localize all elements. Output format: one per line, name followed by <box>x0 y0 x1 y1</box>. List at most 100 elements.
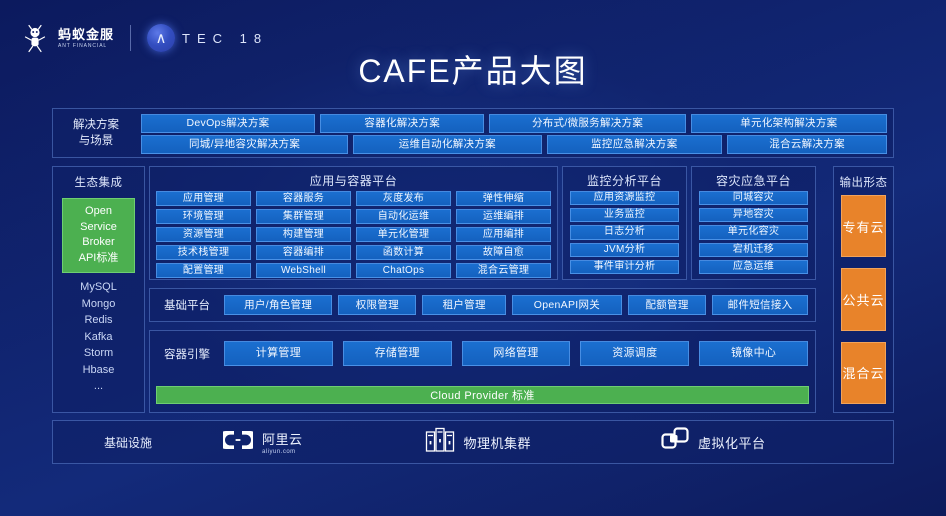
dr-item-local[interactable]: 同城容灾 <box>699 191 808 206</box>
output-forms-title: 输出形态 <box>839 177 888 189</box>
infra-item-virtualization: 虚拟化平台 <box>661 426 766 459</box>
monitor-item-jvm-analysis[interactable]: JVM分析 <box>570 242 679 257</box>
app-item-self-healing[interactable]: 故障自愈 <box>456 245 551 260</box>
monitor-platform-title: 监控分析平台 <box>586 174 662 188</box>
engine-item-resource-scheduling[interactable]: 资源调度 <box>580 341 690 366</box>
base-item-openapi-gateway[interactable]: OpenAPI网关 <box>511 295 622 315</box>
base-item-quota-mgmt[interactable]: 配额管理 <box>627 295 707 315</box>
disaster-recovery-grid: 同城容灾 异地容灾 单元化容灾 宕机迁移 应急运维 <box>699 191 808 274</box>
eco-item-hbase: Hbase <box>82 363 115 376</box>
dr-item-crash-migration[interactable]: 宕机迁移 <box>699 242 808 257</box>
app-item-ops-orchestration[interactable]: 运维编排 <box>456 209 551 224</box>
infra-item-aliyun: 阿里云 aliyun.com <box>217 429 303 456</box>
monitor-platform-panel: 监控分析平台 应用资源监控 业务监控 日志分析 JVM分析 事件审计分析 <box>562 166 687 280</box>
base-platform-label: 基础平台 <box>164 300 210 312</box>
app-item-webshell[interactable]: WebShell <box>256 263 351 278</box>
app-item-automated-ops[interactable]: 自动化运维 <box>356 209 451 224</box>
app-item-gray-release[interactable]: 灰度发布 <box>356 191 451 206</box>
app-item-elastic-scaling[interactable]: 弹性伸缩 <box>456 191 551 206</box>
output-forms-list: 专有云 公共云 混合云 <box>841 195 886 404</box>
engine-item-image-registry[interactable]: 镜像中心 <box>699 341 808 366</box>
server-rack-icon <box>425 427 455 458</box>
base-item-permission-mgmt[interactable]: 权限管理 <box>338 295 417 315</box>
osb-service: Service <box>80 220 117 233</box>
aliyun-sublabel: aliyun.com <box>262 449 296 455</box>
ecosystem-title: 生态集成 <box>74 177 123 189</box>
vmware-icon <box>661 426 689 459</box>
app-item-function-compute[interactable]: 函数计算 <box>356 245 451 260</box>
aliyun-icon <box>217 429 259 456</box>
base-platform-panel: 基础平台 用户/角色管理 权限管理 租户管理 OpenAPI网关 配额管理 邮件… <box>149 288 816 322</box>
engine-item-compute-mgmt[interactable]: 计算管理 <box>224 341 333 366</box>
solutions-label-line1: 解决方案 <box>73 119 119 131</box>
app-item-resource-mgmt[interactable]: 资源管理 <box>156 227 251 242</box>
app-item-hybrid-cloud-mgmt[interactable]: 混合云管理 <box>456 263 551 278</box>
page-title: CAFE产品大图 <box>358 53 588 89</box>
solutions-panel: 解决方案 与场景 DevOps解决方案 容器化解决方案 分布式/微服务解决方案 … <box>52 108 894 158</box>
dr-item-unitized[interactable]: 单元化容灾 <box>699 225 808 240</box>
base-item-mail-sms[interactable]: 邮件短信接入 <box>712 295 808 315</box>
app-item-app-orchestration[interactable]: 应用编排 <box>456 227 551 242</box>
osb-broker: Broker <box>82 236 115 248</box>
infrastructure-panel: 基础设施 阿里云 aliyun.com 物理机集群 虚拟化平台 <box>52 420 894 464</box>
solution-containerization[interactable]: 容器化解决方案 <box>319 114 485 133</box>
monitor-item-log-analysis[interactable]: 日志分析 <box>570 225 679 240</box>
output-private-cloud[interactable]: 专有云 <box>841 195 886 258</box>
aliyun-label: 阿里云 aliyun.com <box>262 432 303 455</box>
base-item-tenant-mgmt[interactable]: 租户管理 <box>422 295 506 315</box>
output-public-cloud[interactable]: 公共云 <box>841 268 886 331</box>
app-item-cluster-mgmt[interactable]: 集群管理 <box>256 209 351 224</box>
eco-item-mysql: MySQL <box>80 281 117 293</box>
cloud-provider-bar: Cloud Provider 标准 <box>156 386 809 404</box>
solution-ops-automation[interactable]: 运维自动化解决方案 <box>353 135 542 154</box>
monitor-item-business[interactable]: 业务监控 <box>570 208 679 223</box>
disaster-recovery-panel: 容灾应急平台 同城容灾 异地容灾 单元化容灾 宕机迁移 应急运维 <box>691 166 816 280</box>
app-item-env-mgmt[interactable]: 环境管理 <box>156 209 251 224</box>
ecosystem-osb-block: Open Service Broker API标准 <box>62 198 135 273</box>
solutions-label: 解决方案 与场景 <box>61 117 131 149</box>
infra-item-physical-cluster: 物理机集群 <box>425 427 532 458</box>
solution-dr-local-remote[interactable]: 同城/异地容灾解决方案 <box>141 135 349 154</box>
atec-wordmark: TEC 18 <box>182 30 269 46</box>
output-forms-panel: 输出形态 专有云 公共云 混合云 <box>833 166 894 413</box>
app-item-chatops[interactable]: ChatOps <box>356 263 451 278</box>
engine-item-storage-mgmt[interactable]: 存储管理 <box>342 341 452 366</box>
eco-item-more: ... <box>93 380 104 392</box>
dr-item-emergency-ops[interactable]: 应急运维 <box>699 259 808 274</box>
infrastructure-items: 阿里云 aliyun.com 物理机集群 虚拟化平台 <box>217 421 863 463</box>
app-item-unitized-mgmt[interactable]: 单元化管理 <box>356 227 451 242</box>
app-item-container-orchestration[interactable]: 容器编排 <box>256 245 351 260</box>
solution-microservices[interactable]: 分布式/微服务解决方案 <box>489 114 686 133</box>
solution-monitoring-emergency[interactable]: 监控应急解决方案 <box>546 135 723 154</box>
app-item-config-mgmt[interactable]: 配置管理 <box>156 263 251 278</box>
engine-item-network-mgmt[interactable]: 网络管理 <box>461 341 571 366</box>
app-item-build-mgmt[interactable]: 构建管理 <box>256 227 351 242</box>
monitor-grid: 应用资源监控 业务监控 日志分析 JVM分析 事件审计分析 <box>570 191 679 274</box>
app-item-container-service[interactable]: 容器服务 <box>256 191 351 206</box>
dr-item-remote[interactable]: 异地容灾 <box>699 208 808 223</box>
solution-hybrid-cloud[interactable]: 混合云解决方案 <box>727 135 887 154</box>
atec-a-glyph: ∧ <box>155 29 167 47</box>
virtualization-label: 虚拟化平台 <box>698 435 766 451</box>
disaster-recovery-title: 容灾应急平台 <box>715 174 791 188</box>
app-item-tech-stack-mgmt[interactable]: 技术栈管理 <box>156 245 251 260</box>
container-engine-chips: 计算管理 存储管理 网络管理 资源调度 镜像中心 <box>224 341 808 366</box>
solution-devops[interactable]: DevOps解决方案 <box>141 114 315 133</box>
monitor-item-app-resource[interactable]: 应用资源监控 <box>570 191 679 206</box>
solutions-label-line2: 与场景 <box>78 135 114 147</box>
container-engine-label: 容器引擎 <box>164 348 210 361</box>
solutions-row-1: DevOps解决方案 容器化解决方案 分布式/微服务解决方案 单元化架构解决方案 <box>141 114 887 133</box>
base-item-user-role-mgmt[interactable]: 用户/角色管理 <box>224 295 333 315</box>
solution-unitized-arch[interactable]: 单元化架构解决方案 <box>690 114 887 133</box>
ant-financial-cn: 蚂蚁金服 <box>58 26 115 42</box>
solutions-grid: DevOps解决方案 容器化解决方案 分布式/微服务解决方案 单元化架构解决方案… <box>141 114 887 154</box>
eco-item-mongo: Mongo <box>81 297 116 310</box>
app-item-app-mgmt[interactable]: 应用管理 <box>156 191 251 206</box>
monitor-item-event-audit[interactable]: 事件审计分析 <box>570 259 679 274</box>
physical-cluster-label: 物理机集群 <box>463 435 532 451</box>
slide-canvas: 蚂蚁金服 ANT FINANCIAL ∧ TEC 18 CAFE产品大图 解决方… <box>0 0 946 516</box>
app-container-platform-title: 应用与容器平台 <box>309 174 398 188</box>
ecosystem-panel: 生态集成 Open Service Broker API标准 MySQL Mon… <box>52 166 145 413</box>
output-hybrid-cloud[interactable]: 混合云 <box>841 341 886 404</box>
infrastructure-label: 基础设施 <box>103 435 152 450</box>
